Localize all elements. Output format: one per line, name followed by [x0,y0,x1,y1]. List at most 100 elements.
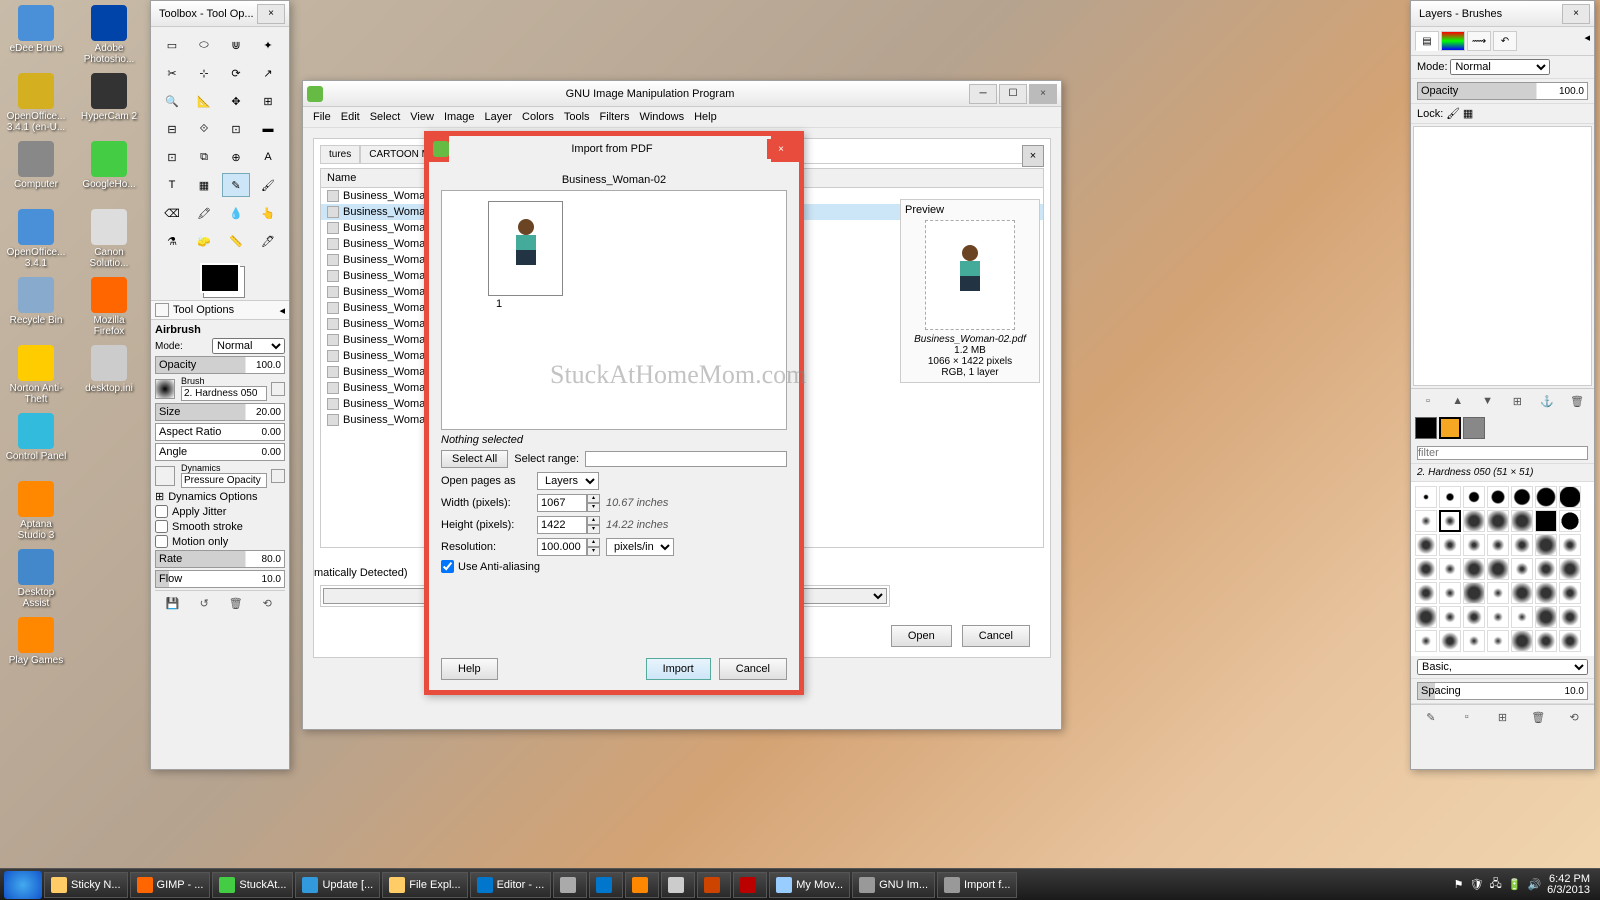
open-button[interactable]: Open [891,625,952,647]
brush-item[interactable] [1439,486,1461,508]
lower-layer-icon[interactable]: ▼ [1480,393,1496,409]
brush-item[interactable] [1535,486,1557,508]
open-pages-select[interactable]: Layers [537,472,599,490]
brush-item[interactable] [1487,510,1509,532]
taskbar-item[interactable] [733,872,767,898]
desktop-icon[interactable]: GoogleHo... [78,141,140,203]
brush-item[interactable] [1439,630,1461,652]
brush-item[interactable] [1439,558,1461,580]
width-down-icon[interactable]: ▾ [587,503,600,512]
taskbar-item[interactable]: GNU Im... [852,872,935,898]
menu-tools[interactable]: Tools [564,111,590,123]
dynamics-edit-icon[interactable] [271,469,285,483]
brush-item[interactable] [1487,558,1509,580]
brush-item[interactable] [1415,558,1437,580]
brush-item[interactable] [1463,534,1485,556]
brush-item[interactable] [1487,606,1509,628]
brush-item[interactable] [1559,486,1581,508]
brush-item[interactable] [1535,534,1557,556]
width-input[interactable] [537,494,587,512]
brush-item[interactable] [1559,558,1581,580]
channels-tab[interactable] [1441,31,1465,51]
tool-button[interactable]: 🖊 [254,229,282,253]
lock-alpha-icon[interactable]: ▦ [1463,108,1473,120]
new-layer-icon[interactable]: ▫ [1420,393,1436,409]
duplicate-layer-icon[interactable]: ⊞ [1509,393,1525,409]
taskbar-item[interactable]: Import f... [937,872,1017,898]
tool-button[interactable]: ⚗ [158,229,186,253]
mode-select[interactable]: Normal [212,338,285,354]
brush-item[interactable] [1535,582,1557,604]
import-button[interactable]: Import [646,658,711,680]
swatch-black[interactable] [1415,417,1437,439]
dynamics-select[interactable]: Pressure Opacity [181,473,267,488]
desktop-icon[interactable]: eDee Bruns [5,5,67,67]
tool-button[interactable]: ⊟ [158,117,186,141]
undo-tab[interactable]: ↶ [1493,31,1517,51]
menu-view[interactable]: View [410,111,434,123]
menu-file[interactable]: File [313,111,331,123]
menu-colors[interactable]: Colors [522,111,554,123]
spacing-slider[interactable]: Spacing10.0 [1417,682,1588,700]
brush-item[interactable] [1415,534,1437,556]
brush-item[interactable] [1535,558,1557,580]
desktop-icon[interactable]: Mozilla Firefox [78,277,140,339]
taskbar-item[interactable] [553,872,587,898]
taskbar-item[interactable] [625,872,659,898]
brush-item[interactable] [1415,510,1437,532]
aspect-slider[interactable]: Aspect Ratio0.00 [155,423,285,441]
desktop-icon[interactable]: Control Panel [5,413,67,475]
delete-layer-icon[interactable]: 🗑 [1569,393,1585,409]
tool-button[interactable]: ⊡ [222,117,250,141]
tool-button[interactable]: ⋓ [222,33,250,57]
tool-button[interactable]: ⊞ [254,89,282,113]
delete-brush-icon[interactable]: 🗑 [1530,709,1546,725]
tool-button[interactable]: T [158,173,186,197]
resolution-unit-select[interactable]: pixels/in [606,538,674,556]
tray-battery-icon[interactable]: 🔋 [1508,878,1522,891]
brush-item[interactable] [1415,606,1437,628]
brush-item[interactable] [1463,630,1485,652]
duplicate-brush-icon[interactable]: ⊞ [1494,709,1510,725]
taskbar-item[interactable]: Sticky N... [44,872,128,898]
brush-item[interactable] [1535,510,1557,532]
tool-button[interactable]: 💧 [222,201,250,225]
brush-item[interactable] [1511,510,1533,532]
tool-button[interactable]: ⊡ [158,145,186,169]
reset-preset-icon[interactable]: ⟲ [259,595,275,611]
toolbox-titlebar[interactable]: Toolbox - Tool Op... × [151,1,289,27]
tool-button[interactable]: ✦ [254,33,282,57]
tray-volume-icon[interactable]: 🔊 [1527,878,1541,891]
help-button[interactable]: Help [441,658,498,680]
raise-layer-icon[interactable]: ▲ [1450,393,1466,409]
taskbar-item[interactable]: Editor - ... [470,872,552,898]
apply-jitter-checkbox[interactable] [155,505,168,518]
tool-button[interactable]: ✎ [222,173,250,197]
tool-button[interactable]: ⬭ [190,33,218,57]
tool-button[interactable]: 🧽 [190,229,218,253]
brush-item[interactable] [1487,630,1509,652]
save-preset-icon[interactable]: 💾 [165,595,181,611]
taskbar-item[interactable]: My Mov... [769,872,850,898]
tool-button[interactable]: ⌫ [158,201,186,225]
brush-item[interactable] [1463,606,1485,628]
dynamics-options-expander[interactable]: ⊞Dynamics Options [155,490,285,503]
panel-menu-icon[interactable]: ◂ [1584,31,1590,51]
swatch-gray[interactable] [1463,417,1485,439]
desktop-icon[interactable]: Desktop Assist [5,549,67,611]
edit-brush-icon[interactable]: ✎ [1423,709,1439,725]
desktop-icon[interactable]: Norton Anti-Theft [5,345,67,407]
paths-tab[interactable]: ⟿ [1467,31,1491,51]
layer-list[interactable] [1413,126,1592,386]
lock-pixels-icon[interactable]: 🖌 [1446,108,1460,120]
brush-item[interactable] [1415,582,1437,604]
brush-item[interactable] [1463,582,1485,604]
dynamics-icon[interactable] [155,466,175,486]
brush-item[interactable] [1559,630,1581,652]
brush-item[interactable] [1439,582,1461,604]
brush-item[interactable] [1463,486,1485,508]
import-close-button[interactable]: × [767,139,795,159]
tool-button[interactable]: ⧉ [190,145,218,169]
brush-item[interactable] [1559,510,1581,532]
desktop-icon[interactable]: Computer [5,141,67,203]
